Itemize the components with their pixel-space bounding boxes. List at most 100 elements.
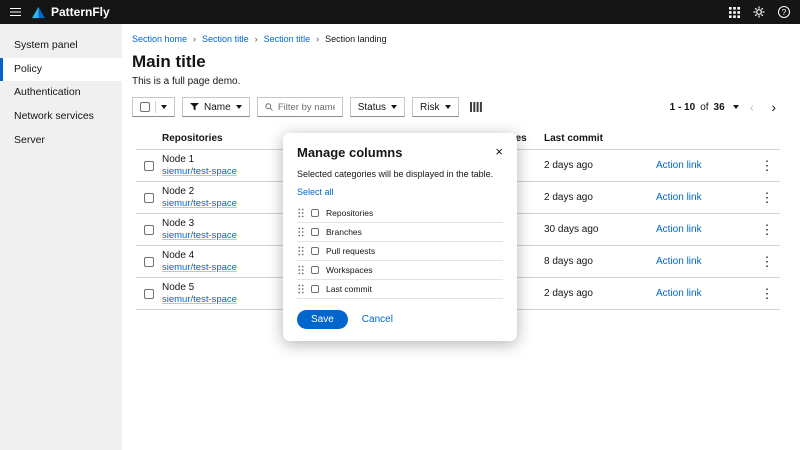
cancel-link[interactable]: Cancel [362, 314, 393, 325]
divider [155, 101, 156, 113]
drag-handle-icon[interactable] [298, 208, 304, 218]
column-checkbox[interactable] [311, 228, 319, 236]
apps-grid-icon[interactable] [729, 7, 740, 18]
sidebar-item-policy[interactable]: Policy [0, 58, 122, 82]
column-list-item: Repositories [297, 204, 503, 223]
row-checkbox[interactable] [144, 257, 154, 267]
settings-gear-icon[interactable] [753, 6, 765, 18]
breadcrumb-separator-icon: › [193, 34, 196, 44]
last-commit-value: 8 days ago [544, 256, 656, 267]
action-link[interactable]: Action link [656, 192, 702, 203]
masthead-utilities: ? [729, 6, 790, 18]
page-title: Main title [132, 52, 788, 72]
last-commit-value: 2 days ago [544, 288, 656, 299]
breadcrumb: Section home › Section title › Section title… [132, 34, 788, 44]
column-item-label: Last commit [326, 284, 372, 294]
pagination-range: 1 - 10 [670, 102, 696, 113]
modal-description: Selected categories will be displayed in… [297, 169, 503, 179]
column-list-item: Pull requests [297, 242, 503, 261]
breadcrumb-link[interactable]: Section title [264, 34, 311, 44]
next-page-icon[interactable]: › [765, 100, 782, 114]
last-commit-value: 2 days ago [544, 160, 656, 171]
last-commit-value: 2 days ago [544, 192, 656, 203]
column-header-last-commit[interactable]: Last commit [544, 133, 656, 144]
drag-handle-icon[interactable] [298, 265, 304, 275]
manage-columns-button[interactable] [466, 100, 486, 114]
patternfly-logo-icon [31, 6, 46, 19]
status-dropdown[interactable]: Status [350, 97, 405, 117]
name-filter-label: Name [204, 102, 231, 113]
kebab-menu-icon[interactable]: ⋮ [761, 223, 774, 236]
pagination-menu-caret-icon[interactable] [733, 105, 739, 109]
action-link[interactable]: Action link [656, 160, 702, 171]
kebab-menu-icon[interactable]: ⋮ [761, 255, 774, 268]
bulk-select-dropdown[interactable] [132, 97, 175, 117]
save-button[interactable]: Save [297, 310, 348, 329]
breadcrumb-link[interactable]: Section home [132, 34, 187, 44]
column-list-item: Last commit [297, 280, 503, 299]
last-commit-value: 30 days ago [544, 224, 656, 235]
row-checkbox[interactable] [144, 193, 154, 203]
page-subtitle: This is a full page demo. [132, 76, 788, 87]
column-item-label: Pull requests [326, 246, 375, 256]
row-checkbox[interactable] [144, 225, 154, 235]
breadcrumb-current: Section landing [325, 34, 387, 44]
pagination: 1 - 10 of 36 ‹ › [670, 100, 788, 114]
column-item-label: Workspaces [326, 265, 373, 275]
column-list-item: Workspaces [297, 261, 503, 280]
action-link[interactable]: Action link [656, 288, 702, 299]
toolbar: Name Status Risk [132, 97, 788, 117]
search-icon [265, 102, 273, 112]
kebab-menu-icon[interactable]: ⋮ [761, 191, 774, 204]
pagination-of-label: of [700, 102, 708, 113]
sidebar-item-server[interactable]: Server [0, 129, 122, 153]
caret-down-icon [445, 105, 451, 109]
column-item-label: Branches [326, 227, 362, 237]
caret-down-icon [161, 105, 167, 109]
drag-handle-icon[interactable] [298, 227, 304, 237]
risk-dropdown[interactable]: Risk [412, 97, 458, 117]
action-link[interactable]: Action link [656, 256, 702, 267]
masthead: PatternFly ? [0, 0, 800, 24]
close-icon[interactable]: × [495, 145, 503, 158]
caret-down-icon [236, 105, 242, 109]
column-item-label: Repositories [326, 208, 373, 218]
menu-toggle-icon[interactable] [10, 8, 21, 17]
sidebar-item-system-panel[interactable]: System panel [0, 34, 122, 58]
sidebar: System panelPolicyAuthenticationNetwork … [0, 24, 122, 450]
brand-name: PatternFly [51, 5, 110, 19]
column-checkbox[interactable] [311, 209, 319, 217]
search-box[interactable] [257, 97, 343, 117]
pagination-total: 36 [714, 102, 725, 113]
column-checkbox[interactable] [311, 285, 319, 293]
sidebar-item-network-services[interactable]: Network services [0, 105, 122, 129]
drag-handle-icon[interactable] [298, 246, 304, 256]
bulk-select-checkbox[interactable] [140, 102, 150, 112]
kebab-menu-icon[interactable]: ⋮ [761, 159, 774, 172]
help-icon[interactable]: ? [778, 6, 790, 18]
column-list: Repositories Branches Pull requests [297, 204, 503, 299]
status-label: Status [358, 102, 386, 113]
breadcrumb-link[interactable]: Section title [202, 34, 249, 44]
row-checkbox[interactable] [144, 289, 154, 299]
column-checkbox[interactable] [311, 247, 319, 255]
row-checkbox[interactable] [144, 161, 154, 171]
manage-columns-modal: Manage columns × Selected categories wil… [283, 133, 517, 341]
kebab-menu-icon[interactable]: ⋮ [761, 287, 774, 300]
search-input[interactable] [278, 102, 335, 113]
sidebar-item-authentication[interactable]: Authentication [0, 81, 122, 105]
breadcrumb-separator-icon: › [316, 34, 319, 44]
columns-icon [470, 102, 482, 112]
select-all-link[interactable]: Select all [297, 187, 334, 197]
caret-down-icon [391, 105, 397, 109]
modal-title: Manage columns [297, 145, 402, 160]
filter-icon [190, 103, 199, 111]
breadcrumb-separator-icon: › [255, 34, 258, 44]
risk-label: Risk [420, 102, 439, 113]
name-filter-dropdown[interactable]: Name [182, 97, 250, 117]
brand: PatternFly [31, 5, 110, 19]
drag-handle-icon[interactable] [298, 284, 304, 294]
prev-page-icon[interactable]: ‹ [744, 100, 761, 114]
column-checkbox[interactable] [311, 266, 319, 274]
action-link[interactable]: Action link [656, 224, 702, 235]
